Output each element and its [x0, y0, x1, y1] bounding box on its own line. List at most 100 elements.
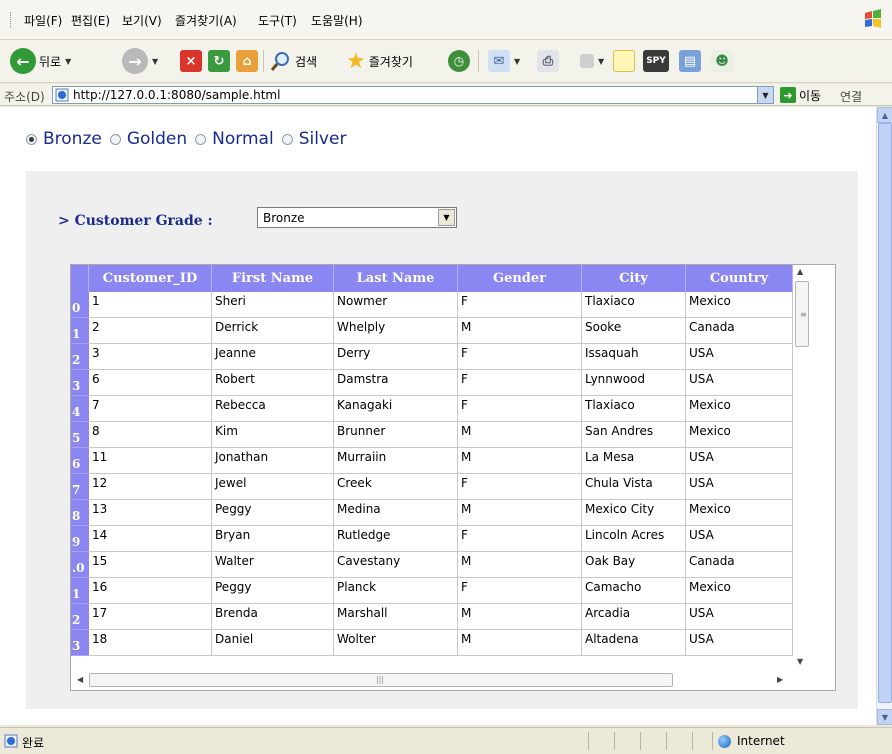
scroll-right-icon[interactable]: ▶ — [777, 675, 783, 684]
table-cell[interactable]: 12 — [89, 474, 212, 500]
table-cell[interactable]: Canada — [686, 552, 793, 578]
table-cell[interactable]: Nowmer — [334, 292, 458, 318]
table-row[interactable]: 8 13 Peggy Medina M Mexico City Mexico — [71, 500, 793, 526]
table-cell[interactable]: M — [458, 448, 582, 474]
table-cell[interactable]: 15 — [89, 552, 212, 578]
table-cell[interactable]: Planck — [334, 578, 458, 604]
table-row[interactable]: 3 6 Robert Damstra F Lynnwood USA — [71, 370, 793, 396]
table-cell[interactable]: 6 — [89, 370, 212, 396]
forward-button[interactable]: → ▼ — [122, 47, 158, 75]
table-cell[interactable]: Oak Bay — [582, 552, 686, 578]
table-cell[interactable]: Murraiin — [334, 448, 458, 474]
table-row[interactable]: 7 12 Jewel Creek F Chula Vista USA — [71, 474, 793, 500]
table-cell[interactable]: USA — [686, 604, 793, 630]
grid-vertical-scrollbar[interactable]: ▲ ≡ ▼ — [793, 265, 812, 671]
table-cell[interactable]: Daniel — [212, 630, 334, 656]
print-button[interactable]: ⎙ — [537, 47, 559, 75]
table-cell[interactable]: Peggy — [212, 578, 334, 604]
table-cell[interactable]: USA — [686, 474, 793, 500]
table-row[interactable]: 4 7 Rebecca Kanagaki F Tlaxiaco Mexico — [71, 396, 793, 422]
table-cell[interactable]: Sheri — [212, 292, 334, 318]
row-number[interactable]: 0 — [71, 292, 89, 318]
table-cell[interactable]: Jonathan — [212, 448, 334, 474]
table-row[interactable]: 5 8 Kim Brunner M San Andres Mexico — [71, 422, 793, 448]
table-cell[interactable]: 3 — [89, 344, 212, 370]
scroll-up-icon[interactable]: ▲ — [797, 267, 803, 276]
table-cell[interactable]: Mexico — [686, 396, 793, 422]
table-cell[interactable]: Lincoln Acres — [582, 526, 686, 552]
row-number[interactable]: 9 — [71, 526, 89, 552]
radio-normal[interactable]: Normal — [195, 129, 274, 149]
table-row[interactable]: 2 3 Jeanne Derry F Issaquah USA — [71, 344, 793, 370]
table-cell[interactable]: 7 — [89, 396, 212, 422]
table-cell[interactable]: M — [458, 604, 582, 630]
page-vertical-scrollbar[interactable]: ▲ ▼ — [876, 107, 892, 725]
page-vertical-scroll-thumb[interactable] — [878, 123, 892, 703]
table-row[interactable]: 9 14 Bryan Rutledge F Lincoln Acres USA — [71, 526, 793, 552]
table-cell[interactable]: M — [458, 630, 582, 656]
research-button[interactable]: ▤ — [679, 47, 701, 75]
history-button[interactable]: ◷ — [448, 47, 470, 75]
table-cell[interactable]: Walter — [212, 552, 334, 578]
table-row[interactable]: 0 1 Sheri Nowmer F Tlaxiaco Mexico — [71, 292, 793, 318]
menu-favorites[interactable]: 즐겨찾기(A) — [175, 12, 237, 29]
table-cell[interactable]: Issaquah — [582, 344, 686, 370]
table-cell[interactable]: Lynnwood — [582, 370, 686, 396]
table-cell[interactable]: Robert — [212, 370, 334, 396]
column-header[interactable]: City — [582, 265, 686, 292]
grid-horizontal-scroll-thumb[interactable]: ||| — [89, 673, 673, 687]
table-cell[interactable]: M — [458, 422, 582, 448]
radio-silver-button[interactable] — [281, 133, 293, 145]
row-number[interactable]: 3 — [71, 370, 89, 396]
radio-normal-button[interactable] — [195, 133, 207, 145]
table-cell[interactable]: 2 — [89, 318, 212, 344]
column-header[interactable]: First Name — [212, 265, 334, 292]
table-cell[interactable]: F — [458, 396, 582, 422]
menu-edit[interactable]: 편집(E) — [71, 12, 110, 29]
table-cell[interactable]: M — [458, 552, 582, 578]
table-cell[interactable]: USA — [686, 370, 793, 396]
table-cell[interactable]: Altadena — [582, 630, 686, 656]
table-row[interactable]: 3 18 Daniel Wolter M Altadena USA — [71, 630, 793, 656]
table-cell[interactable]: USA — [686, 448, 793, 474]
table-cell[interactable]: Brunner — [334, 422, 458, 448]
row-number[interactable]: 1 — [71, 578, 89, 604]
table-cell[interactable]: Mexico — [686, 578, 793, 604]
table-cell[interactable]: Rebecca — [212, 396, 334, 422]
table-cell[interactable]: 11 — [89, 448, 212, 474]
radio-silver[interactable]: Silver — [281, 129, 346, 149]
back-button[interactable]: ← 뒤로 ▼ — [10, 47, 71, 75]
menu-help[interactable]: 도움말(H) — [311, 12, 363, 29]
table-cell[interactable]: Peggy — [212, 500, 334, 526]
table-cell[interactable]: Bryan — [212, 526, 334, 552]
table-cell[interactable]: F — [458, 344, 582, 370]
table-cell[interactable]: Whelply — [334, 318, 458, 344]
table-cell[interactable]: M — [458, 318, 582, 344]
row-number[interactable]: 4 — [71, 396, 89, 422]
scroll-down-icon[interactable]: ▼ — [797, 657, 803, 666]
mail-button[interactable]: ✉ ▼ — [488, 47, 520, 75]
stop-button[interactable]: × — [180, 47, 202, 75]
table-cell[interactable]: Sooke — [582, 318, 686, 344]
favorites-button[interactable]: ★ 즐겨찾기 — [346, 47, 413, 75]
table-cell[interactable]: Derry — [334, 344, 458, 370]
table-cell[interactable]: Jewel — [212, 474, 334, 500]
table-cell[interactable]: 16 — [89, 578, 212, 604]
table-cell[interactable]: 18 — [89, 630, 212, 656]
table-cell[interactable]: USA — [686, 344, 793, 370]
table-cell[interactable]: 14 — [89, 526, 212, 552]
radio-bronze-button[interactable] — [26, 133, 37, 145]
table-cell[interactable]: 1 — [89, 292, 212, 318]
links-label[interactable]: 연결 — [840, 88, 862, 105]
go-button[interactable]: ➜ 이동 — [780, 86, 821, 104]
row-number[interactable]: 1 — [71, 318, 89, 344]
table-cell[interactable]: F — [458, 370, 582, 396]
table-cell[interactable]: Chula Vista — [582, 474, 686, 500]
row-number[interactable]: 8 — [71, 500, 89, 526]
row-number[interactable]: 2 — [71, 344, 89, 370]
table-cell[interactable]: 8 — [89, 422, 212, 448]
table-cell[interactable]: USA — [686, 526, 793, 552]
table-cell[interactable]: Kim — [212, 422, 334, 448]
row-number[interactable]: 5 — [71, 422, 89, 448]
home-button[interactable]: ⌂ — [236, 47, 258, 75]
